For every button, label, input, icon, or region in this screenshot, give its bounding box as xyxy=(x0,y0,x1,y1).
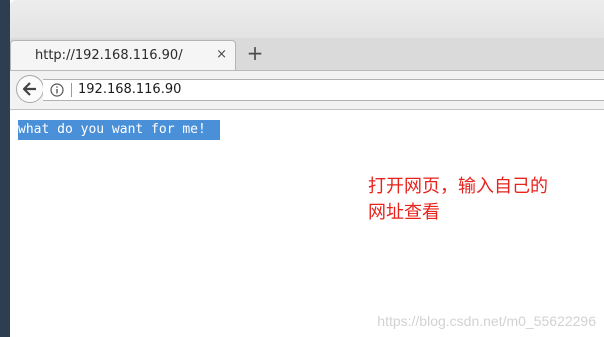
watermark: https://blog.csdn.net/m0_55622296 xyxy=(377,313,596,329)
browser-window: http://192.168.116.90/ × + 192.168.116.9… xyxy=(10,0,604,337)
annotation-line-1: 打开网页，输入自己的 xyxy=(368,176,548,197)
annotation-line-2: 网址查看 xyxy=(368,202,440,223)
annotation-note: 打开网页，输入自己的 网址查看 xyxy=(368,174,598,226)
tab-active[interactable]: http://192.168.116.90/ × xyxy=(10,40,236,70)
close-icon[interactable]: × xyxy=(216,47,227,62)
tab-title: http://192.168.116.90/ xyxy=(35,48,183,63)
back-button[interactable] xyxy=(16,75,44,103)
url-text[interactable]: 192.168.116.90 xyxy=(78,82,181,97)
page-content: what do you want for me! 打开网页，输入自己的 网址查看… xyxy=(10,110,604,337)
url-separator xyxy=(71,83,72,97)
plus-icon: + xyxy=(246,41,264,65)
address-bar[interactable]: 192.168.116.90 xyxy=(43,79,604,101)
selected-page-text[interactable]: what do you want for me! xyxy=(18,120,220,140)
title-bar[interactable] xyxy=(10,0,604,38)
tab-strip: http://192.168.116.90/ × + xyxy=(10,38,604,71)
new-tab-button[interactable]: + xyxy=(244,42,266,64)
navigation-bar: 192.168.116.90 xyxy=(10,71,604,110)
back-arrow-icon xyxy=(22,82,36,96)
info-icon[interactable] xyxy=(50,83,64,97)
